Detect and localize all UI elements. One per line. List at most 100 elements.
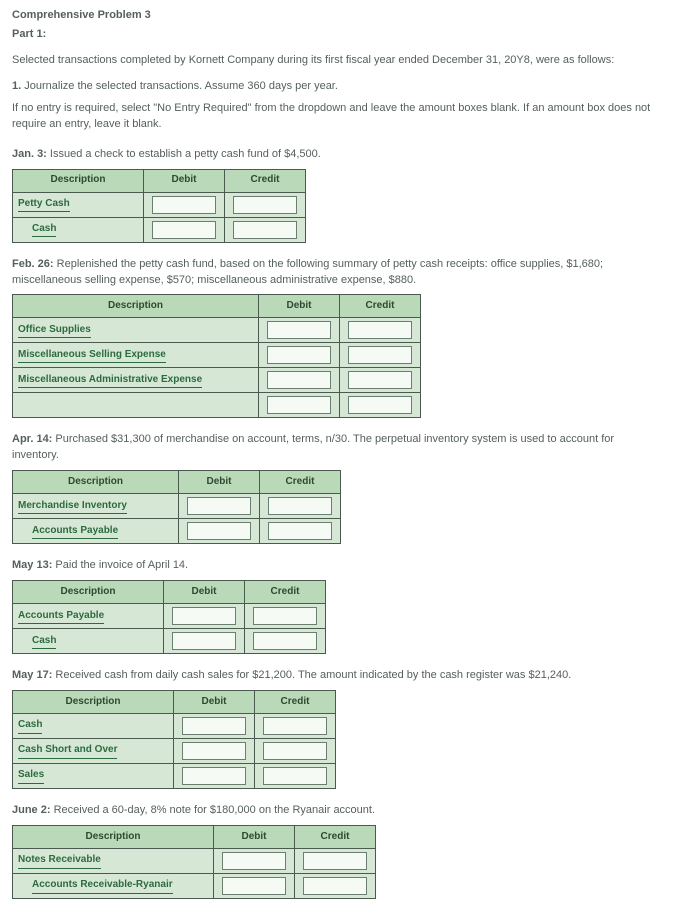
col-debit: Debit [214,826,295,849]
debit-input[interactable] [182,742,246,760]
account-cell[interactable]: Accounts Receivable-Ryanair [13,874,214,899]
credit-input[interactable] [233,196,297,214]
account-cell[interactable]: Cash [13,217,144,242]
credit-input[interactable] [253,607,317,625]
debit-cell [259,318,340,343]
table-row: Office Supplies [13,318,421,343]
debit-cell [164,629,245,654]
entry-text: Received a 60-day, 8% note for $180,000 … [51,804,376,816]
account-name: Notes Receivable [18,853,101,869]
entry-description: May 13: Paid the invoice of April 14. [12,558,662,574]
table-row: Petty Cash [13,192,306,217]
entry-text: Paid the invoice of April 14. [52,559,188,571]
account-cell[interactable]: Accounts Payable [13,604,164,629]
debit-input[interactable] [267,371,331,389]
debit-input[interactable] [152,196,216,214]
table-row: Cash [13,629,326,654]
step-1: 1. Journalize the selected transactions.… [12,79,662,95]
credit-input[interactable] [268,522,332,540]
col-desc: Description [13,826,214,849]
account-cell[interactable]: Miscellaneous Selling Expense [13,343,259,368]
account-name: Accounts Receivable-Ryanair [32,878,173,894]
col-desc: Description [13,295,259,318]
account-cell[interactable] [13,393,259,418]
credit-input[interactable] [303,852,367,870]
account-name: Cash [32,222,56,238]
credit-cell [340,318,421,343]
debit-input[interactable] [267,396,331,414]
col-debit: Debit [259,295,340,318]
credit-input[interactable] [233,221,297,239]
account-cell[interactable]: Merchandise Inventory [13,494,179,519]
account-name: Miscellaneous Selling Expense [18,348,166,364]
debit-cell [214,874,295,899]
debit-input[interactable] [222,852,286,870]
credit-cell [225,217,306,242]
credit-cell [245,629,326,654]
table-row: Cash Short and Over [13,739,336,764]
credit-cell [255,764,336,789]
account-cell[interactable]: Miscellaneous Administrative Expense [13,368,259,393]
col-desc: Description [13,169,144,192]
account-cell[interactable]: Notes Receivable [13,849,214,874]
credit-input[interactable] [348,371,412,389]
col-desc: Description [13,581,164,604]
entry-description: Jan. 3: Issued a check to establish a pe… [12,147,662,163]
credit-input[interactable] [253,632,317,650]
account-cell[interactable]: Petty Cash [13,192,144,217]
account-name: Merchandise Inventory [18,499,127,515]
table-row: Miscellaneous Selling Expense [13,343,421,368]
credit-cell [340,393,421,418]
debit-cell [174,739,255,764]
account-cell[interactable]: Sales [13,764,174,789]
col-debit: Debit [144,169,225,192]
col-credit: Credit [260,471,341,494]
entry-text: Received cash from daily cash sales for … [52,669,571,681]
debit-input[interactable] [182,717,246,735]
credit-input[interactable] [263,742,327,760]
col-credit: Credit [225,169,306,192]
table-row: Cash [13,217,306,242]
debit-cell [179,519,260,544]
credit-cell [340,343,421,368]
credit-input[interactable] [348,396,412,414]
credit-input[interactable] [263,767,327,785]
debit-input[interactable] [187,522,251,540]
credit-input[interactable] [268,497,332,515]
credit-input[interactable] [348,346,412,364]
col-debit: Debit [179,471,260,494]
debit-input[interactable] [187,497,251,515]
journal-table: DescriptionDebitCreditCashCash Short and… [12,690,336,789]
table-row: Merchandise Inventory [13,494,341,519]
entry-date: Feb. 26: [12,258,54,270]
debit-input[interactable] [172,632,236,650]
account-cell[interactable]: Office Supplies [13,318,259,343]
account-cell[interactable]: Cash Short and Over [13,739,174,764]
problem-title: Comprehensive Problem 3 [12,8,662,24]
debit-input[interactable] [172,607,236,625]
col-desc: Description [13,471,179,494]
debit-input[interactable] [267,321,331,339]
debit-cell [259,368,340,393]
account-cell[interactable]: Accounts Payable [13,519,179,544]
debit-input[interactable] [182,767,246,785]
journal-table: DescriptionDebitCredit Petty Cash Cash [12,169,306,243]
entry-date: Jan. 3: [12,148,47,160]
credit-input[interactable] [303,877,367,895]
journal-table: DescriptionDebitCreditAccounts PayableCa… [12,580,326,654]
account-name: Office Supplies [18,323,91,339]
entry-date: May 13: [12,559,52,571]
entry-description: Apr. 14: Purchased $31,300 of merchandis… [12,432,662,464]
col-desc: Description [13,691,174,714]
account-name: Accounts Payable [32,524,118,540]
debit-input[interactable] [222,877,286,895]
account-name: Accounts Payable [18,609,104,625]
account-cell[interactable]: Cash [13,629,164,654]
credit-input[interactable] [348,321,412,339]
table-row: Sales [13,764,336,789]
credit-input[interactable] [263,717,327,735]
account-name: Petty Cash [18,197,70,213]
debit-input[interactable] [267,346,331,364]
debit-cell [164,604,245,629]
debit-input[interactable] [152,221,216,239]
